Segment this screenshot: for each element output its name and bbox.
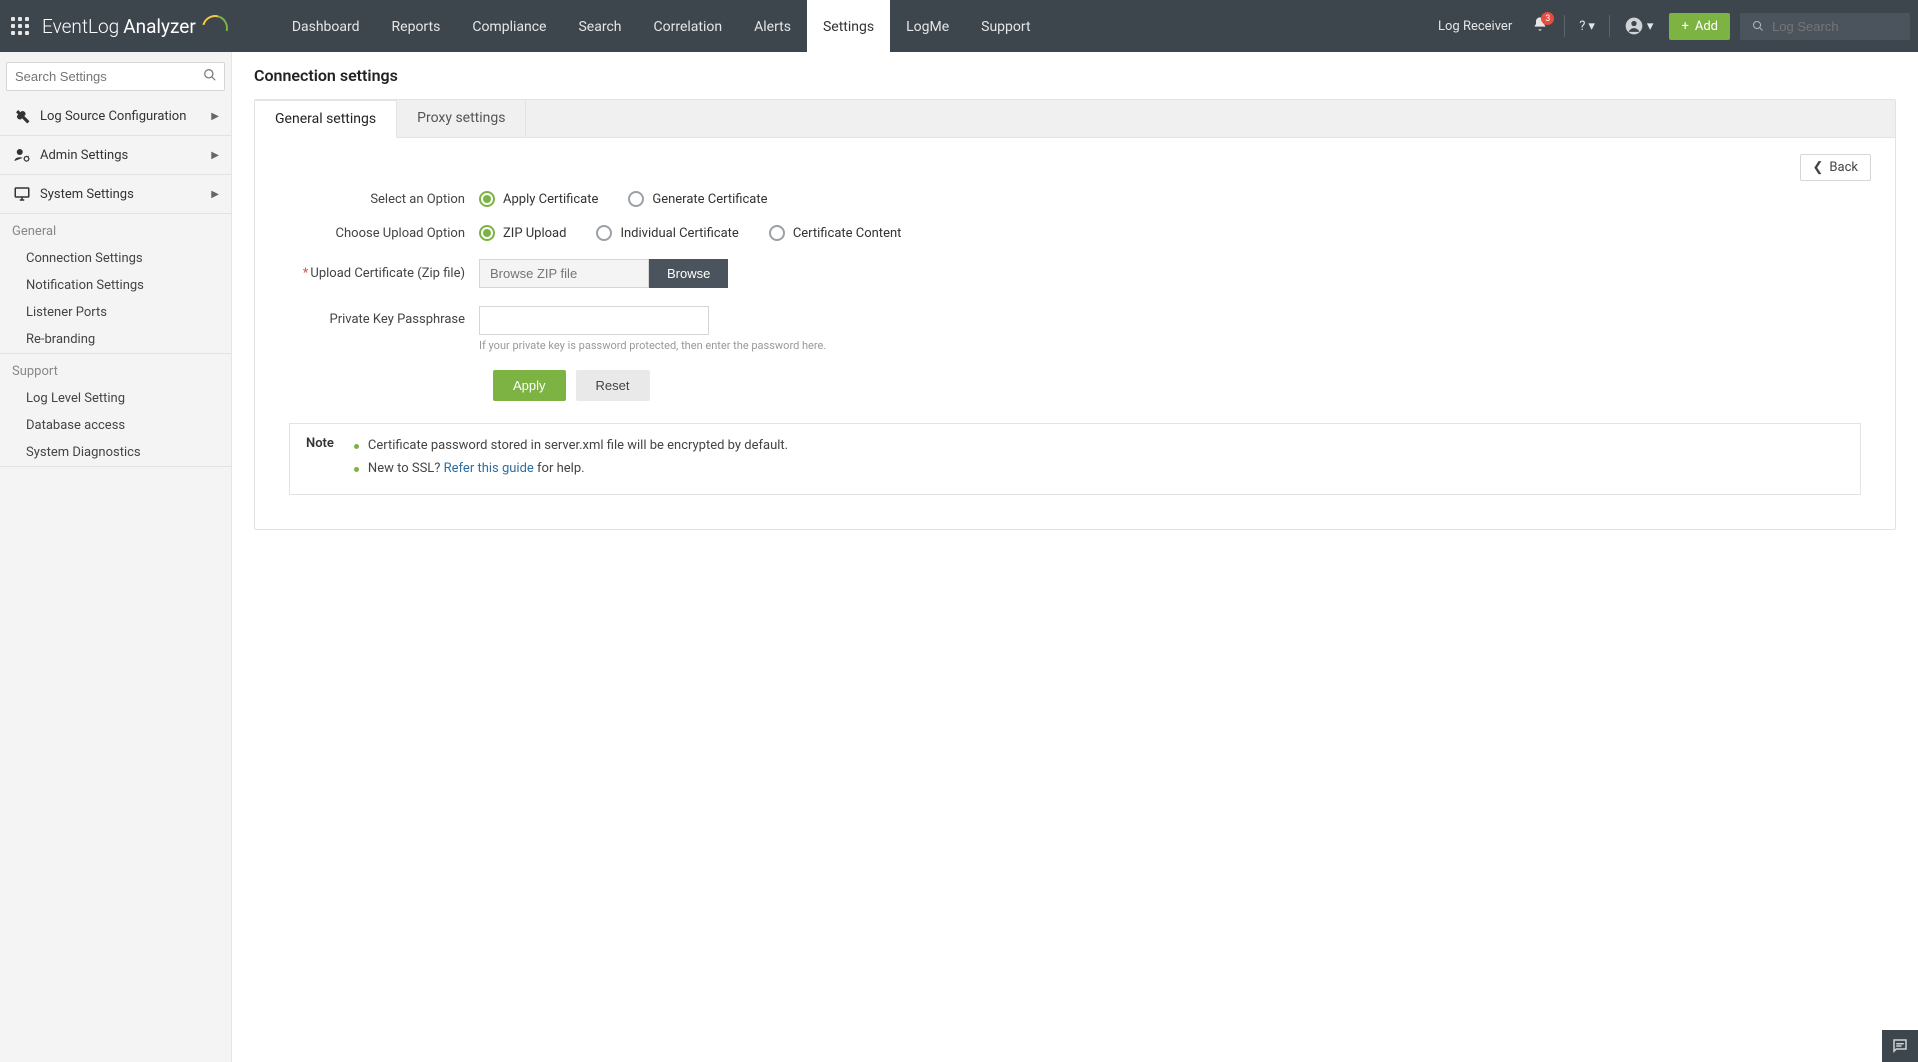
passphrase-label: Private Key Passphrase <box>279 306 479 327</box>
tools-icon <box>12 107 32 125</box>
sidebar-search <box>6 62 225 91</box>
topnav-correlation[interactable]: Correlation <box>638 0 739 52</box>
user-icon <box>1624 16 1644 36</box>
chevron-right-icon: ▶ <box>211 150 219 161</box>
log-search-box[interactable] <box>1740 13 1910 40</box>
sidebar-item-system-diagnostics[interactable]: System Diagnostics <box>0 439 231 466</box>
apply-button[interactable]: Apply <box>493 370 566 401</box>
topnav-support[interactable]: Support <box>965 0 1046 52</box>
apps-grid-icon[interactable] <box>8 14 32 38</box>
upload-option-label: Choose Upload Option <box>279 226 479 241</box>
page-title: Connection settings <box>254 66 1896 85</box>
notification-badge: 3 <box>1541 12 1554 25</box>
topbar-right: Log Receiver 3 ? ▾ ▾ + Add <box>1430 0 1918 52</box>
tab-general-settings[interactable]: General settings <box>255 100 397 138</box>
sidebar-log-source-configuration[interactable]: Log Source Configuration▶ <box>0 97 231 135</box>
sidebar-item-notification-settings[interactable]: Notification Settings <box>0 272 231 299</box>
sidebar-admin-settings[interactable]: Admin Settings▶ <box>0 136 231 174</box>
radio-icon <box>628 191 644 207</box>
topnav-alerts[interactable]: Alerts <box>738 0 807 52</box>
ssl-guide-link[interactable]: Refer this guide <box>444 461 534 476</box>
content: Connection settings General settingsProx… <box>232 52 1918 1062</box>
add-button-label: Add <box>1695 19 1718 34</box>
sidebar-group-general: General <box>0 214 231 245</box>
back-button[interactable]: ❮ Back <box>1800 154 1871 181</box>
log-search-input[interactable] <box>1772 19 1898 34</box>
tabs: General settingsProxy settings <box>255 100 1895 138</box>
note-line-1: Certificate password stored in server.xm… <box>354 436 788 459</box>
chevron-right-icon: ▶ <box>211 111 219 122</box>
select-option-label: Select an Option <box>279 192 479 207</box>
sidebar-search-input[interactable] <box>6 62 225 91</box>
chevron-down-icon: ▾ <box>1588 19 1595 34</box>
chevron-down-icon: ▾ <box>1647 19 1654 34</box>
upload-option-radio-individual-certificate[interactable]: Individual Certificate <box>596 225 738 241</box>
brand-swoosh-icon <box>202 15 224 37</box>
radio-icon <box>596 225 612 241</box>
add-button[interactable]: + Add <box>1669 13 1730 40</box>
chevron-right-icon: ▶ <box>211 189 219 200</box>
sidebar-item-database-access[interactable]: Database access <box>0 412 231 439</box>
note-box: Note Certificate password stored in serv… <box>289 423 1861 495</box>
log-receiver-link[interactable]: Log Receiver <box>1430 19 1520 34</box>
main: Log Source Configuration▶Admin Settings▶… <box>0 52 1918 1062</box>
passphrase-input[interactable] <box>479 306 709 335</box>
select-option-radio-apply-certificate[interactable]: Apply Certificate <box>479 191 598 207</box>
sidebar-item-re-branding[interactable]: Re-branding <box>0 326 231 353</box>
notification-bell-icon[interactable]: 3 <box>1524 16 1556 36</box>
tab-proxy-settings[interactable]: Proxy settings <box>397 100 526 137</box>
topnav-dashboard[interactable]: Dashboard <box>276 0 376 52</box>
topnav: DashboardReportsComplianceSearchCorrelat… <box>276 0 1047 52</box>
note-line-2: New to SSL? Refer this guide for help. <box>354 459 788 482</box>
upload-cert-label: *Upload Certificate (Zip file) <box>279 266 479 281</box>
radio-icon <box>769 225 785 241</box>
topbar-divider <box>1609 15 1610 37</box>
search-icon <box>1752 19 1764 33</box>
sidebar-item-log-level-setting[interactable]: Log Level Setting <box>0 385 231 412</box>
upload-cert-input[interactable] <box>479 259 649 288</box>
browse-button[interactable]: Browse <box>649 259 728 288</box>
chat-fab-icon[interactable] <box>1882 1030 1918 1062</box>
sidebar-item-connection-settings[interactable]: Connection Settings <box>0 245 231 272</box>
monitor-icon <box>12 185 32 203</box>
help-icon: ? <box>1579 19 1585 34</box>
brand-name-part1: EventLog <box>42 15 119 38</box>
topnav-search[interactable]: Search <box>562 0 637 52</box>
topbar-divider <box>1564 15 1565 37</box>
sidebar: Log Source Configuration▶Admin Settings▶… <box>0 52 232 1062</box>
chevron-left-icon: ❮ <box>1813 160 1824 175</box>
user-gear-icon <box>12 146 32 164</box>
radio-icon <box>479 225 495 241</box>
settings-panel: General settingsProxy settings ❮ Back Se… <box>254 99 1896 530</box>
radio-icon <box>479 191 495 207</box>
topbar-left: EventLog Analyzer <box>0 0 236 52</box>
passphrase-hint: If your private key is password protecte… <box>479 339 826 352</box>
brand-logo[interactable]: EventLog Analyzer <box>42 15 224 38</box>
sidebar-item-listener-ports[interactable]: Listener Ports <box>0 299 231 326</box>
panel-body: ❮ Back Select an Option Apply Certificat… <box>255 138 1895 529</box>
brand-name-part2: Analyzer <box>123 15 196 38</box>
select-option-radio-generate-certificate[interactable]: Generate Certificate <box>628 191 767 207</box>
topnav-reports[interactable]: Reports <box>376 0 457 52</box>
topnav-compliance[interactable]: Compliance <box>456 0 562 52</box>
topnav-settings[interactable]: Settings <box>807 0 890 52</box>
sidebar-system-settings[interactable]: System Settings▶ <box>0 175 231 213</box>
note-title: Note <box>306 436 334 482</box>
topnav-logme[interactable]: LogMe <box>890 0 965 52</box>
user-dropdown[interactable]: ▾ <box>1618 16 1660 36</box>
help-dropdown[interactable]: ? ▾ <box>1573 19 1601 34</box>
plus-icon: + <box>1681 19 1688 34</box>
upload-option-radio-certificate-content[interactable]: Certificate Content <box>769 225 902 241</box>
upload-option-radio-zip-upload[interactable]: ZIP Upload <box>479 225 566 241</box>
reset-button[interactable]: Reset <box>576 370 650 401</box>
back-button-label: Back <box>1829 160 1858 175</box>
search-icon[interactable] <box>203 68 217 86</box>
sidebar-group-support: Support <box>0 354 231 385</box>
topbar: EventLog Analyzer DashboardReportsCompli… <box>0 0 1918 52</box>
